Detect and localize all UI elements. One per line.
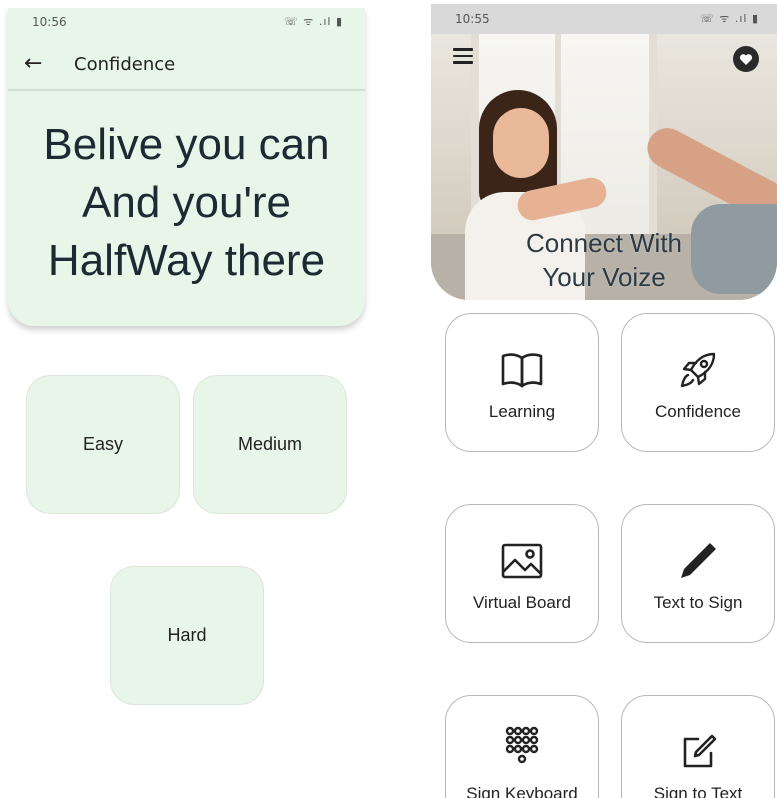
home-screen: 10:55 ☏ ᯤ .ıl ▮ Connect With Your Voize …	[431, 4, 777, 798]
heart-icon[interactable]	[733, 46, 759, 72]
hero-banner: Connect With Your Voize	[431, 34, 777, 300]
edit-square-icon	[622, 730, 774, 774]
back-arrow-icon[interactable]: ←	[24, 50, 42, 78]
status-time: 10:55	[455, 12, 490, 26]
feature-card-text-to-sign[interactable]: Text to Sign	[621, 504, 775, 643]
hamburger-menu-icon[interactable]	[453, 48, 473, 64]
rocket-icon	[622, 348, 774, 392]
level-easy-button[interactable]: Easy	[26, 375, 180, 514]
level-medium-button[interactable]: Medium	[193, 375, 347, 514]
feature-card-sign-keyboard[interactable]: Sign Keyboard	[445, 695, 599, 798]
feature-label: Sign Keyboard	[466, 784, 578, 798]
feature-label: Sign to Text	[653, 784, 743, 798]
app-canvas: 10:56 ☏ ᯤ .ıl ▮ ← Confidence Belive you …	[0, 0, 777, 798]
feature-card-virtual-board[interactable]: Virtual Board	[445, 504, 599, 643]
motivational-quote: Belive you can And you're HalfWay there	[8, 116, 365, 290]
quote-line: HalfWay there	[47, 236, 326, 285]
keypad-icon	[446, 726, 598, 770]
level-hard-button[interactable]: Hard	[110, 566, 264, 705]
feature-label: Virtual Board	[473, 593, 571, 612]
hero-title-line: Your Voize	[542, 262, 666, 292]
hero-photo-girl-face	[493, 108, 549, 178]
hero-title-line: Connect With	[525, 228, 683, 258]
feature-card-sign-to-text[interactable]: Sign to Text	[621, 695, 775, 798]
confidence-screen: 10:56 ☏ ᯤ .ıl ▮ ← Confidence Belive you …	[8, 8, 365, 798]
feature-label: Learning	[488, 402, 556, 421]
quote-line: And you're	[82, 178, 291, 227]
toolbar: ← Confidence	[8, 48, 365, 84]
status-time: 10:56	[32, 15, 67, 29]
hero-title: Connect With Your Voize	[431, 226, 777, 294]
status-bar: 10:56 ☏ ᯤ .ıl ▮	[8, 8, 365, 38]
pen-icon	[622, 539, 774, 583]
quote-line: Belive you can	[43, 120, 330, 169]
confidence-header: 10:56 ☏ ᯤ .ıl ▮ ← Confidence Belive you …	[8, 8, 365, 326]
status-bar: 10:55 ☏ ᯤ .ıl ▮	[431, 4, 777, 34]
feature-label: Text to Sign	[653, 593, 743, 612]
status-icons: ☏ ᯤ .ıl ▮	[284, 15, 343, 28]
page-title: Confidence	[74, 54, 176, 75]
toolbar-divider	[8, 89, 365, 91]
feature-label: Confidence	[654, 402, 741, 421]
image-icon	[446, 539, 598, 583]
status-icons: ☏ ᯤ .ıl ▮	[700, 12, 759, 25]
feature-card-confidence[interactable]: Confidence	[621, 313, 775, 452]
open-book-icon	[446, 348, 598, 392]
feature-card-learning[interactable]: Learning	[445, 313, 599, 452]
